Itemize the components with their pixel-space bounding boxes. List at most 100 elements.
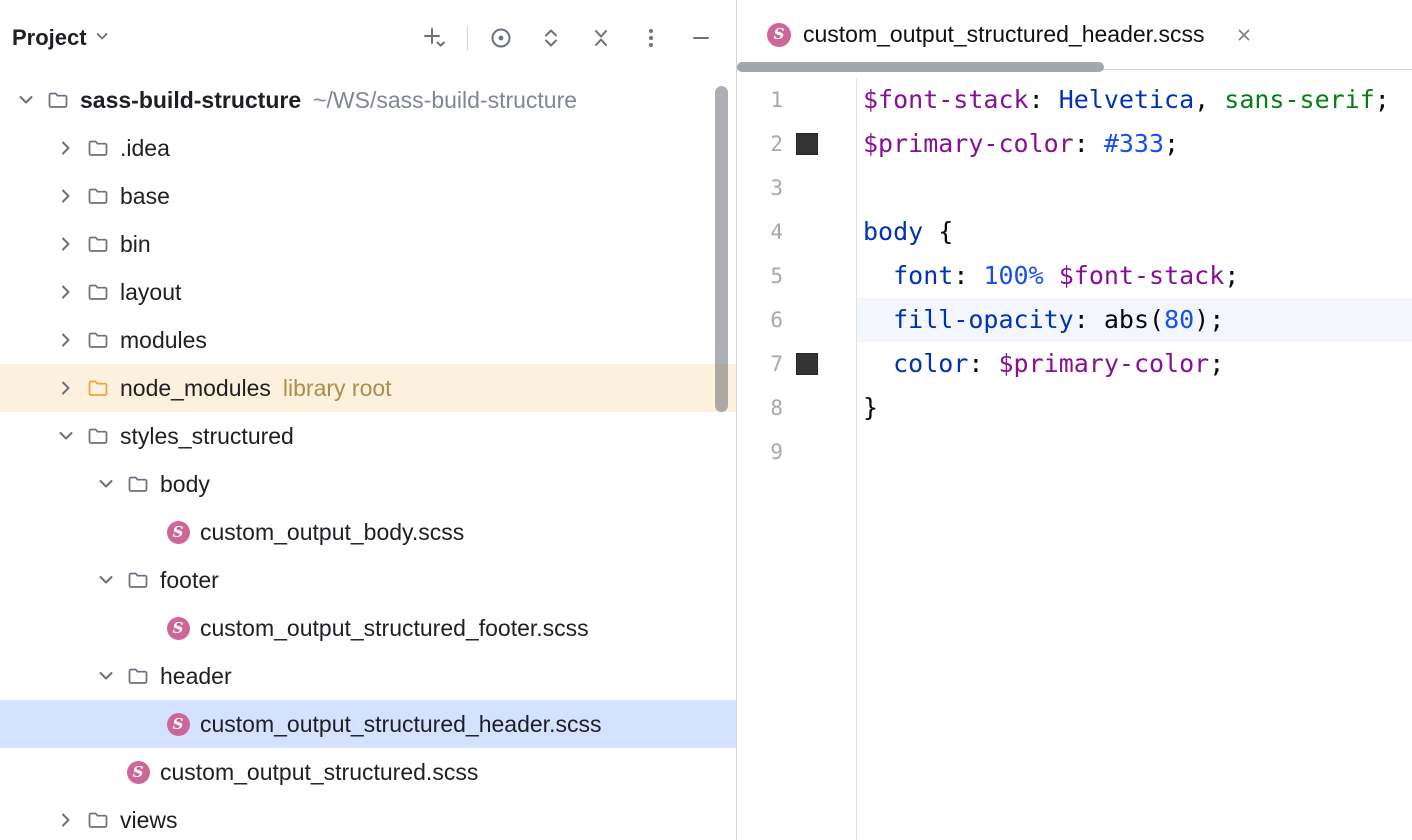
code-line-3[interactable] xyxy=(863,166,1412,210)
tree-item-label: sass-build-structure xyxy=(80,87,301,114)
tree-vertical-scrollbar[interactable] xyxy=(715,86,728,412)
tree-row-body[interactable]: body xyxy=(0,460,736,508)
tree-row-base[interactable]: base xyxy=(0,172,736,220)
chevron-down-icon xyxy=(93,25,111,51)
token-var: $primary-color xyxy=(998,349,1209,378)
add-icon[interactable] xyxy=(417,21,451,55)
close-icon[interactable] xyxy=(1230,21,1258,49)
token-plain: : xyxy=(968,349,998,378)
editor-area: custom_output_structured_header.scss 1 2 3… xyxy=(737,0,1412,840)
line-number[interactable]: 9 xyxy=(737,440,783,464)
line-number[interactable]: 8 xyxy=(737,396,783,420)
project-tool-window: Project sass-build-structure ~/WS/sass-bu… xyxy=(0,0,737,840)
folder-icon xyxy=(86,232,110,256)
editor-gutter: 1 2 3 4 5 6 7 8 9 xyxy=(737,78,857,840)
token-plain xyxy=(863,305,893,334)
chevron-down-icon[interactable] xyxy=(94,472,118,496)
chevron-down-icon[interactable] xyxy=(14,88,38,112)
tree-row-views[interactable]: views xyxy=(0,796,736,840)
token-plain xyxy=(863,261,893,290)
chevron-right-icon[interactable] xyxy=(54,136,78,160)
tree-row-custom-output-structured-footer-scss[interactable]: custom_output_structured_footer.scss xyxy=(0,604,736,652)
tree-row-footer[interactable]: footer xyxy=(0,556,736,604)
folder-icon xyxy=(86,280,110,304)
line-number[interactable]: 5 xyxy=(737,264,783,288)
line-number[interactable]: 6 xyxy=(737,308,783,332)
code-area[interactable]: $font-stack: Helvetica, sans-serif;$prim… xyxy=(857,78,1412,840)
chevron-right-icon[interactable] xyxy=(54,808,78,832)
tree-row-modules[interactable]: modules xyxy=(0,316,736,364)
token-value: Helvetica xyxy=(1059,85,1194,114)
collapse-all-icon[interactable] xyxy=(584,21,618,55)
chevron-spacer xyxy=(134,520,158,544)
token-tag: body xyxy=(863,217,923,246)
more-icon[interactable] xyxy=(634,21,668,55)
chevron-right-icon[interactable] xyxy=(54,376,78,400)
toolbar-separator xyxy=(467,26,468,50)
folder-icon xyxy=(46,88,70,112)
project-view-dropdown[interactable]: Project xyxy=(12,25,111,51)
tab-custom-output-structured-header[interactable]: custom_output_structured_header.scss xyxy=(767,0,1258,69)
code-line-6[interactable]: fill-opacity: abs(80); xyxy=(857,298,1412,342)
gutter-row-8: 8 xyxy=(737,386,856,430)
line-number[interactable]: 1 xyxy=(737,88,783,112)
chevron-down-icon[interactable] xyxy=(94,568,118,592)
tree-row-sass-build-structure[interactable]: sass-build-structure ~/WS/sass-build-stru… xyxy=(0,76,736,124)
code-line-1[interactable]: $font-stack: Helvetica, sans-serif; xyxy=(863,78,1412,122)
folder-icon xyxy=(86,136,110,160)
sass-file-icon xyxy=(127,761,150,784)
tree-row-custom-output-structured-header-scss[interactable]: custom_output_structured_header.scss xyxy=(0,700,736,748)
gutter-row-4: 4 xyxy=(737,210,856,254)
line-number[interactable]: 4 xyxy=(737,220,783,244)
folder-icon xyxy=(86,328,110,352)
locate-icon[interactable] xyxy=(484,21,518,55)
tree-row-styles-structured[interactable]: styles_structured xyxy=(0,412,736,460)
code-line-9[interactable] xyxy=(863,430,1412,474)
sass-file-icon xyxy=(166,520,190,544)
code-line-5[interactable]: font: 100% $font-stack; xyxy=(863,254,1412,298)
code-line-4[interactable]: body { xyxy=(863,210,1412,254)
chevron-right-icon[interactable] xyxy=(54,232,78,256)
expand-all-icon[interactable] xyxy=(534,21,568,55)
chevron-right-icon[interactable] xyxy=(54,184,78,208)
token-plain: , xyxy=(1194,85,1224,114)
editor-tab-bar: custom_output_structured_header.scss xyxy=(737,0,1412,70)
chevron-right-icon[interactable] xyxy=(54,280,78,304)
hide-icon[interactable] xyxy=(684,21,718,55)
editor-horizontal-scrollbar[interactable] xyxy=(737,62,1104,72)
tree-row-custom-output-structured-scss[interactable]: custom_output_structured.scss xyxy=(0,748,736,796)
gutter-row-6: 6 xyxy=(737,298,856,342)
tree-item-label: styles_structured xyxy=(120,423,294,450)
line-number[interactable]: 2 xyxy=(737,132,783,156)
gutter-row-2: 2 xyxy=(737,122,856,166)
code-line-2[interactable]: $primary-color: #333; xyxy=(863,122,1412,166)
chevron-down-icon[interactable] xyxy=(94,664,118,688)
tree-item-label: body xyxy=(160,471,210,498)
chevron-right-icon[interactable] xyxy=(54,328,78,352)
color-preview-swatch[interactable] xyxy=(796,133,818,155)
tree-item-label: node_modules xyxy=(120,375,271,402)
token-prop: color xyxy=(893,349,968,378)
tree-row-node-modules[interactable]: node_moduleslibrary root xyxy=(0,364,736,412)
line-number[interactable]: 7 xyxy=(737,352,783,376)
project-path: ~/WS/sass-build-structure xyxy=(313,87,577,114)
project-tree: sass-build-structure ~/WS/sass-build-stru… xyxy=(0,76,736,840)
tree-row-idea[interactable]: .idea xyxy=(0,124,736,172)
chevron-down-icon[interactable] xyxy=(54,424,78,448)
line-number[interactable]: 3 xyxy=(737,176,783,200)
tree-item-label: custom_output_structured_footer.scss xyxy=(200,615,589,642)
gutter-row-3: 3 xyxy=(737,166,856,210)
sass-file-icon xyxy=(767,23,791,47)
tree-row-layout[interactable]: layout xyxy=(0,268,736,316)
tree-row-header[interactable]: header xyxy=(0,652,736,700)
tree-row-custom-output-body-scss[interactable]: custom_output_body.scss xyxy=(0,508,736,556)
code-line-8[interactable]: } xyxy=(863,386,1412,430)
editor-body: 1 2 3 4 5 6 7 8 9 $font-stack: Helvetica, sans-s… xyxy=(737,70,1412,840)
project-toolbar xyxy=(417,21,718,55)
token-plain: : xyxy=(953,261,983,290)
token-plain: ; xyxy=(1375,85,1390,114)
code-line-7[interactable]: color: $primary-color; xyxy=(863,342,1412,386)
tree-row-bin[interactable]: bin xyxy=(0,220,736,268)
tree-item-label: custom_output_body.scss xyxy=(200,519,464,546)
color-preview-swatch[interactable] xyxy=(796,353,818,375)
